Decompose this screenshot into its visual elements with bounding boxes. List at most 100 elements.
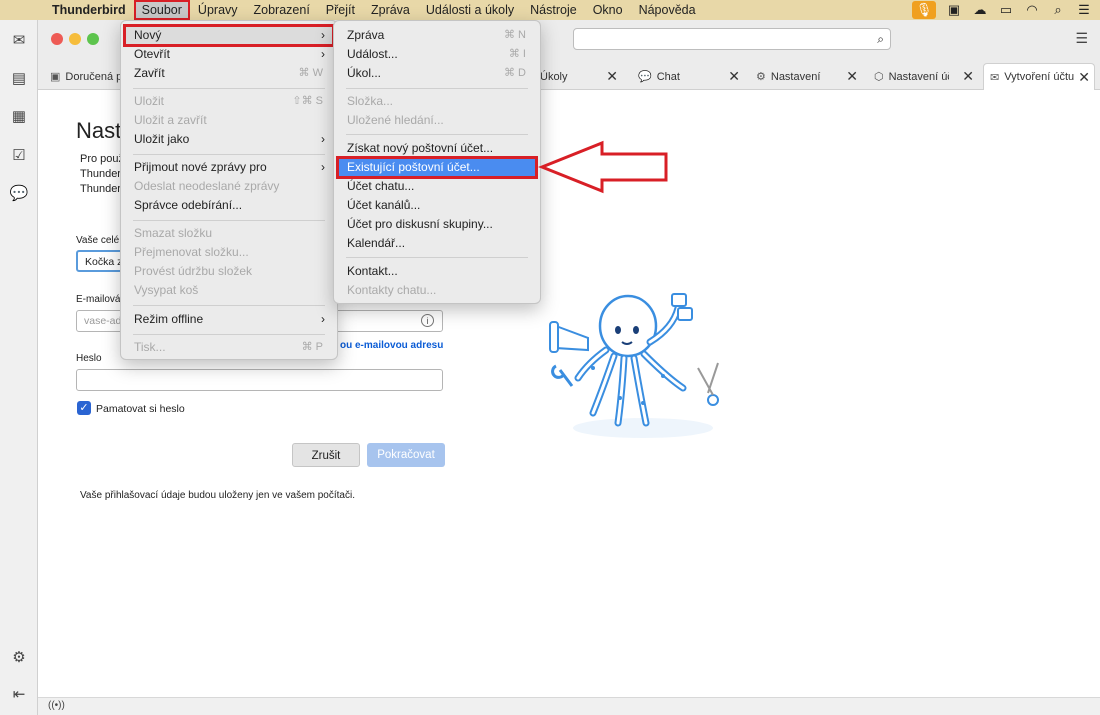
close-tab-icon[interactable]: ✕: [728, 68, 740, 85]
info-icon[interactable]: i: [421, 314, 434, 327]
menu-separator: [346, 134, 528, 135]
wifi-icon[interactable]: ◠: [1024, 1, 1040, 19]
battery-icon[interactable]: ▭: [998, 1, 1014, 19]
menu-separator: [133, 154, 325, 155]
submenu-item-folder[interactable]: Složka...: [338, 92, 536, 111]
menu-separator: [346, 257, 528, 258]
menu-edit[interactable]: Úpravy: [190, 0, 246, 20]
menu-item-empty-trash[interactable]: Vysypat koš: [125, 281, 333, 300]
activity-icon[interactable]: ((•)): [48, 700, 65, 711]
chevron-right-icon: ›: [321, 312, 325, 326]
tab-chat[interactable]: 💬 Chat ✕: [634, 63, 744, 90]
close-window-button[interactable]: [51, 33, 63, 45]
spotlight-search-icon[interactable]: ⌕: [1050, 1, 1066, 19]
account-settings-icon: ⬡: [874, 71, 884, 83]
menu-item-send-unsent[interactable]: Odeslat neodeslané zprávy: [125, 177, 333, 196]
menu-tools[interactable]: Nástroje: [522, 0, 585, 20]
menu-item-compact-folders[interactable]: Provést údržbu složek: [125, 262, 333, 281]
mail-icon: ✉: [990, 71, 1000, 84]
submenu-item-contact[interactable]: Kontakt...: [338, 262, 536, 281]
menu-item-delete-folder[interactable]: Smazat složku: [125, 224, 333, 243]
menu-item-save-as[interactable]: Uložit jako ›: [125, 130, 333, 149]
tab-account-settings[interactable]: ⬡ Nastavení účtu ✕: [870, 63, 978, 90]
menu-file[interactable]: Soubor: [133, 0, 190, 20]
menu-help[interactable]: Nápověda: [631, 0, 704, 20]
file-menu-dropdown: Nový › Otevřít › Zavřít ⌘ W Uložit ⇧⌘ S Ulož…: [120, 20, 338, 360]
continue-button[interactable]: Pokračovat: [367, 443, 445, 467]
calendar-icon[interactable]: ▦: [9, 107, 29, 127]
submenu-item-calendar[interactable]: Kalendář...: [338, 234, 536, 253]
chat-icon: 💬: [638, 71, 652, 83]
thunderbird-octopus-illustration: [549, 293, 719, 438]
outlook-icon[interactable]: ▣: [946, 1, 962, 19]
get-new-email-link[interactable]: ou e-mailovou adresu: [340, 340, 443, 351]
control-center-icon[interactable]: ☰: [1076, 1, 1092, 19]
search-icon: ⌕: [877, 32, 884, 46]
menu-item-open[interactable]: Otevřít ›: [125, 45, 333, 64]
menu-window[interactable]: Okno: [585, 0, 631, 20]
menu-item-print[interactable]: Tisk... ⌘ P: [125, 338, 333, 357]
status-bar: ((•)): [38, 697, 1100, 715]
menu-item-save-and-close[interactable]: Uložit a zavřít: [125, 111, 333, 130]
close-tab-icon[interactable]: ✕: [1078, 69, 1090, 86]
credentials-note: Vaše přihlašovací údaje budou uloženy je…: [80, 490, 355, 501]
submenu-item-message[interactable]: Zpráva ⌘ N: [338, 26, 536, 45]
microphone-icon[interactable]: 🎙: [912, 1, 936, 19]
menu-item-new[interactable]: Nový ›: [123, 24, 335, 47]
global-search-input[interactable]: ⌕: [573, 28, 891, 50]
submenu-item-chat-account[interactable]: Účet chatu...: [338, 177, 536, 196]
close-tab-icon[interactable]: ✕: [962, 68, 974, 85]
macos-menu-bar: Thunderbird Soubor Úpravy Zobrazení Přej…: [0, 0, 1100, 20]
submenu-item-chat-contacts[interactable]: Kontakty chatu...: [338, 281, 536, 300]
submenu-item-new-mail-account[interactable]: Získat nový poštovní účet...: [338, 139, 536, 158]
menu-message[interactable]: Zpráva: [363, 0, 418, 20]
menu-item-subscribe-manager[interactable]: Správce odebírání...: [125, 196, 333, 215]
menu-item-offline-mode[interactable]: Režim offline ›: [125, 310, 333, 329]
tasks-icon[interactable]: ☑: [9, 146, 29, 166]
submenu-item-task[interactable]: Úkol... ⌘ D: [338, 64, 536, 83]
collapse-sidebar-icon[interactable]: ⇤: [9, 685, 29, 705]
menu-item-save[interactable]: Uložit ⇧⌘ S: [125, 92, 333, 111]
tab-settings[interactable]: ⚙ Nastavení ✕: [752, 63, 862, 90]
cloud-icon[interactable]: ☁: [972, 1, 988, 19]
cancel-button[interactable]: Zrušit: [292, 443, 360, 467]
menu-separator: [133, 88, 325, 89]
close-tab-icon[interactable]: ✕: [606, 68, 618, 85]
menu-separator: [133, 220, 325, 221]
chevron-right-icon: ›: [321, 132, 325, 146]
menu-events-tasks[interactable]: Události a úkoly: [418, 0, 522, 20]
remember-password-checkbox[interactable]: ✓: [77, 401, 91, 415]
submenu-item-feed-account[interactable]: Účet kanálů...: [338, 196, 536, 215]
tab-tasks[interactable]: Úkoly ✕: [536, 63, 622, 90]
status-icons: 🎙 ▣ ☁ ▭ ◠ ⌕ ☰: [912, 0, 1100, 20]
remember-password-label: Pamatovat si heslo: [96, 403, 185, 415]
submenu-item-existing-mail-account[interactable]: Existující poštovní účet...: [336, 156, 538, 179]
mail-space-icon[interactable]: ✉: [9, 31, 29, 51]
menu-item-get-messages-for[interactable]: Přijmout nové zprávy pro ›: [125, 158, 333, 177]
menu-view[interactable]: Zobrazení: [246, 0, 318, 20]
submenu-item-saved-search[interactable]: Uložené hledání...: [338, 111, 536, 130]
annotation-arrow-icon: [538, 140, 668, 194]
password-label: Heslo: [76, 353, 102, 364]
chevron-right-icon: ›: [321, 28, 325, 42]
app-menu[interactable]: Thunderbird: [44, 0, 134, 20]
submenu-item-event[interactable]: Událost... ⌘ I: [338, 45, 536, 64]
settings-gear-icon[interactable]: ⚙: [9, 648, 29, 668]
menu-go[interactable]: Přejít: [318, 0, 363, 20]
address-book-icon[interactable]: ▤: [9, 69, 29, 89]
menu-item-close[interactable]: Zavřít ⌘ W: [125, 64, 333, 83]
submenu-item-newsgroup-account[interactable]: Účet pro diskusní skupiny...: [338, 215, 536, 234]
menu-separator: [346, 88, 528, 89]
app-menu-icon[interactable]: ☰: [1075, 30, 1088, 47]
gear-icon: ⚙: [756, 71, 766, 83]
inbox-icon: ▣: [50, 71, 61, 83]
menu-separator: [133, 334, 325, 335]
zoom-window-button[interactable]: [87, 33, 99, 45]
minimize-window-button[interactable]: [69, 33, 81, 45]
close-tab-icon[interactable]: ✕: [846, 68, 858, 85]
chat-icon[interactable]: 💬: [9, 184, 29, 204]
menu-item-rename-folder[interactable]: Přejmenovat složku...: [125, 243, 333, 262]
password-input[interactable]: [76, 369, 443, 391]
chevron-right-icon: ›: [321, 160, 325, 174]
tab-account-setup[interactable]: ✉ Vytvoření účtu ✕: [983, 63, 1095, 90]
